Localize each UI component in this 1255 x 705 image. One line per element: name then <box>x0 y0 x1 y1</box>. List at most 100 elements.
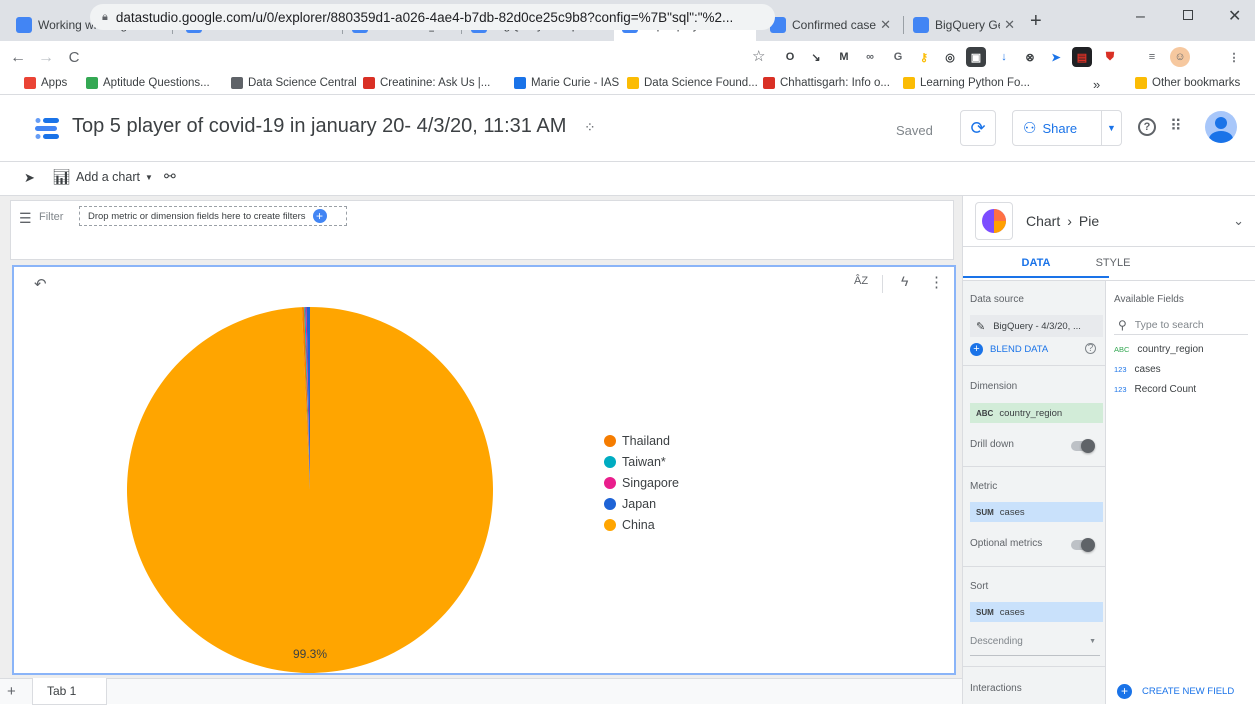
extension-icon[interactable]: ↘ <box>806 47 826 67</box>
pie-chart[interactable]: 99.3% <box>14 267 954 673</box>
bookmark-item[interactable]: Data Science Found... <box>627 77 758 89</box>
gmail-icon[interactable]: M <box>834 47 854 67</box>
blend-data-button[interactable]: + BLEND DATA <box>970 343 1048 356</box>
restore-icon[interactable] <box>1183 10 1193 20</box>
pencil-icon[interactable]: ✎ <box>976 320 985 333</box>
add-control-icon[interactable]: ⚯ <box>164 168 176 185</box>
dimension-field: country_region <box>999 407 1063 419</box>
apps-grid-icon[interactable]: ⠿ <box>1170 116 1182 136</box>
opera-icon[interactable]: O <box>780 47 800 67</box>
browser-menu-icon[interactable]: ⋮ <box>1224 47 1244 67</box>
bookmark-item[interactable]: Marie Curie - IAS <box>514 77 619 89</box>
reload-icon[interactable]: C <box>60 49 88 66</box>
download-icon[interactable]: ↓ <box>994 47 1014 67</box>
optional-metrics-label: Optional metrics <box>970 538 1043 549</box>
close-tab-icon[interactable]: ✕ <box>1004 17 1015 33</box>
tab-data-label: DATA <box>1021 257 1051 269</box>
profile-avatar-icon[interactable]: ☺ <box>1170 47 1190 67</box>
data-column: Data source ✎ BigQuery - 4/3/20, ... + B… <box>963 281 1106 704</box>
report-title[interactable]: Top 5 player of covid-19 in january 20- … <box>72 115 566 138</box>
field-name: cases <box>1134 364 1161 375</box>
available-field-item[interactable]: ABC country_region <box>1114 344 1204 355</box>
shield-icon[interactable]: ⛊ <box>1100 47 1120 67</box>
target-icon[interactable]: ◎ <box>940 47 960 67</box>
share-button[interactable]: ⚇ Share ▼ <box>1012 110 1122 146</box>
legend-item[interactable]: China <box>604 518 655 532</box>
add-chart-button[interactable]: 📊︎ Add a chart ▼ <box>52 168 153 186</box>
minimize-icon[interactable]: – <box>1136 8 1145 26</box>
help-icon[interactable]: ? <box>1138 118 1156 136</box>
folder-icon <box>1135 77 1147 89</box>
bookmark-item[interactable]: Chhattisgarh: Info o... <box>763 77 890 89</box>
share-info-icon[interactable]: ⁘ <box>584 119 596 136</box>
chart-type-picker[interactable]: Chart › Pie ⌄ <box>963 196 1255 246</box>
data-source-chip[interactable]: ✎ BigQuery - 4/3/20, ... <box>970 315 1103 337</box>
drill-down-toggle[interactable] <box>1071 439 1095 453</box>
reading-list-icon[interactable]: ≡ <box>1142 47 1162 67</box>
metric-chip[interactable]: SUM cases <box>970 502 1103 522</box>
close-window-icon[interactable]: ✕ <box>1228 6 1241 26</box>
browser-tab[interactable]: Confirmed cases i✕ <box>762 8 899 41</box>
browser-tab[interactable]: BigQuery Geo Viz ✕ <box>905 8 1023 41</box>
chevron-down-icon[interactable]: ⌄ <box>1233 213 1244 229</box>
bookmark-item[interactable]: Apps <box>24 77 67 89</box>
legend-item[interactable]: Japan <box>604 497 656 511</box>
page-tab-1[interactable]: Tab 1 <box>32 678 107 705</box>
google-cloud-icon <box>16 16 32 33</box>
circle-x-icon[interactable]: ⊗ <box>1020 47 1040 67</box>
blend-help-icon[interactable]: ? <box>1085 343 1096 354</box>
bookmark-favicon-icon <box>86 77 98 89</box>
pdf-icon[interactable]: ▤ <box>1072 47 1092 67</box>
other-bookmarks-folder[interactable]: Other bookmarks <box>1135 77 1240 89</box>
link-icon[interactable]: ∞ <box>860 47 880 67</box>
bookmark-item[interactable]: Creatinine: Ask Us |... <box>363 77 490 89</box>
legend-item[interactable]: Thailand <box>604 434 670 448</box>
create-new-field-button[interactable]: + CREATE NEW FIELD <box>1117 684 1234 699</box>
select-arrow-icon: ▼ <box>1089 638 1096 645</box>
bookmark-item[interactable]: Aptitude Questions... <box>86 77 210 89</box>
back-icon[interactable]: ← <box>4 49 32 67</box>
account-avatar[interactable] <box>1205 111 1237 143</box>
legend-swatch <box>604 519 616 531</box>
sort-order-select[interactable]: Descending ▼ <box>970 636 1100 656</box>
tab-style[interactable]: STYLE <box>1063 248 1163 278</box>
bookmark-item[interactable]: Data Science Central <box>231 77 357 89</box>
optional-metrics-toggle[interactable] <box>1071 538 1095 552</box>
google-icon[interactable]: G <box>888 47 908 67</box>
pie-chart-widget[interactable]: ↶ ÂZ ϟ ⋮ 99.3% Thailand Taiwan* Singapore J… <box>12 265 956 675</box>
add-chart-icon: 📊︎ <box>52 169 72 186</box>
bookmarks-overflow-icon[interactable]: » <box>1093 77 1100 92</box>
key-icon[interactable]: ⚷ <box>914 47 934 67</box>
forward-icon[interactable]: → <box>32 49 60 67</box>
legend-item[interactable]: Singapore <box>604 476 679 490</box>
pie-chart-icon <box>982 209 1006 233</box>
new-tab-button[interactable]: + <box>1030 10 1042 33</box>
chart-path-label: Chart <box>1026 213 1061 229</box>
select-cursor-icon[interactable]: ➤ <box>24 170 35 186</box>
app-header: Top 5 player of covid-19 in january 20- … <box>0 96 1255 162</box>
data-source-name: BigQuery - 4/3/20, ... <box>993 320 1081 332</box>
legend-item[interactable]: Taiwan* <box>604 455 666 469</box>
section-divider <box>963 365 1106 366</box>
bookmark-star-icon[interactable]: ☆ <box>752 47 765 65</box>
field-type-badge: 123 <box>1114 385 1127 394</box>
page-tab-bar: + Tab 1 <box>0 678 962 705</box>
filter-drop-zone[interactable]: Drop metric or dimension fields here to … <box>79 206 347 226</box>
available-field-item[interactable]: 123 cases <box>1114 364 1161 375</box>
dimension-chip[interactable]: ABC country_region <box>970 403 1103 423</box>
sort-chip[interactable]: SUM cases <box>970 602 1103 622</box>
refresh-button[interactable]: ⟳ <box>960 110 996 146</box>
field-search-input[interactable]: ⚲ Type to search <box>1114 315 1248 335</box>
close-tab-icon[interactable]: ✕ <box>880 17 891 33</box>
filter-placeholder: Drop metric or dimension fields here to … <box>88 210 306 222</box>
add-page-button[interactable]: + <box>7 683 16 700</box>
screen-icon[interactable]: ▣ <box>966 47 986 67</box>
section-divider <box>963 666 1106 667</box>
url-bar[interactable]: 🔒︎ datastudio.google.com/u/0/explorer/88… <box>90 4 775 30</box>
available-field-item[interactable]: 123 Record Count <box>1114 384 1196 395</box>
bookmark-item[interactable]: Learning Python Fo... <box>903 77 1030 89</box>
chart-type-thumbnail <box>975 202 1013 240</box>
send-icon[interactable]: ➤ <box>1046 47 1066 67</box>
add-filter-icon[interactable]: + <box>312 209 327 223</box>
share-dropdown-icon[interactable]: ▼ <box>1101 111 1121 145</box>
